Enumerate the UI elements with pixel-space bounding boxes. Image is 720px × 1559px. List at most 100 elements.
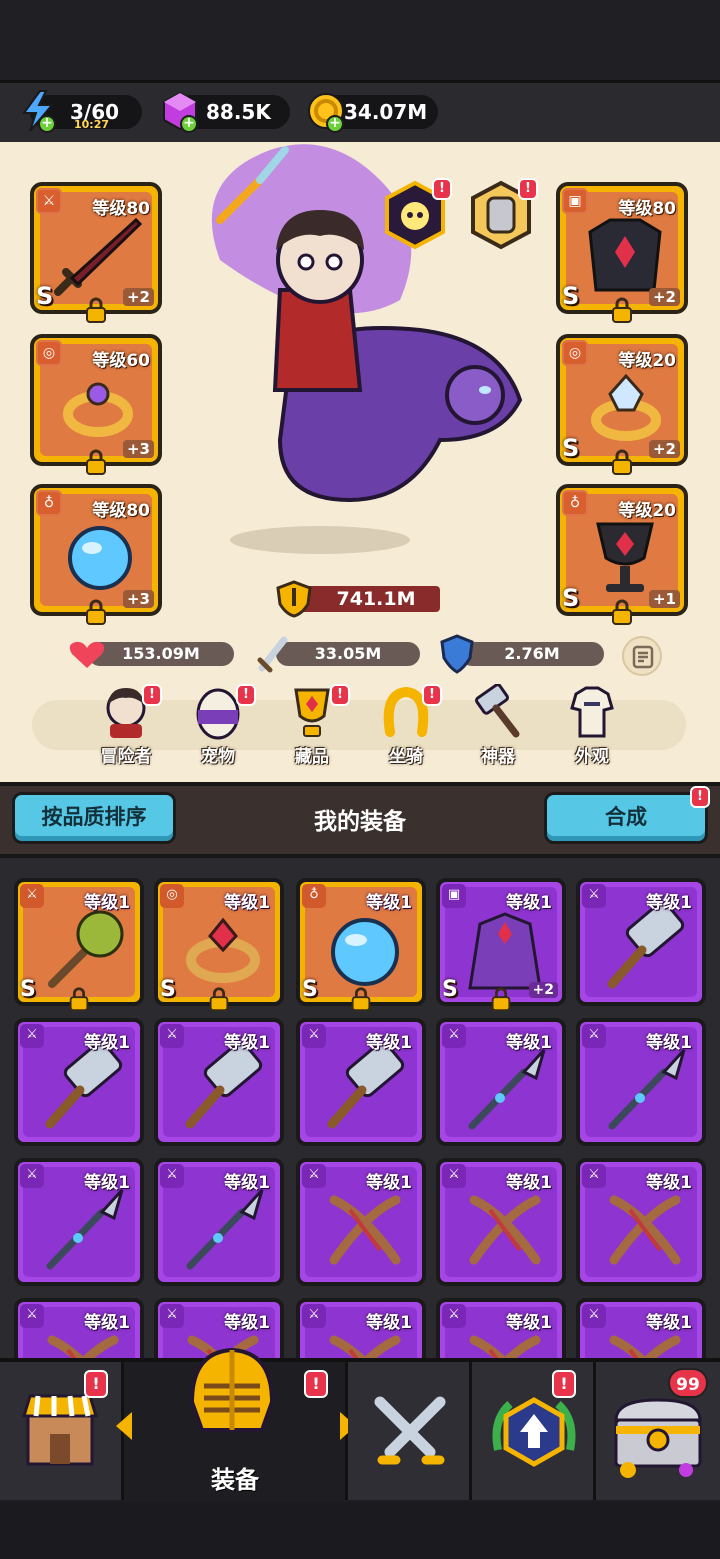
inventory-item[interactable]: ⚔ 等级1 bbox=[154, 1018, 284, 1146]
item-level: 等级1 bbox=[224, 1313, 270, 1333]
shield-icon bbox=[440, 634, 474, 674]
energy-timer: 10:27 bbox=[74, 118, 110, 131]
hp-value: 153.09M bbox=[88, 642, 234, 666]
nav-tab-upgrade[interactable]: ! bbox=[472, 1362, 596, 1500]
add-energy-icon[interactable]: + bbox=[38, 115, 56, 133]
lock-icon bbox=[351, 987, 371, 1012]
upgrade-alert-badge: ! bbox=[552, 1370, 576, 1398]
stats-detail-button[interactable] bbox=[622, 636, 662, 676]
gold-counter[interactable]: + 34.07M bbox=[308, 93, 438, 133]
inventory-item[interactable]: ⚔ 等级1 bbox=[576, 1158, 706, 1286]
gem-counter[interactable]: + 88.5K bbox=[163, 91, 290, 133]
chest-count-badge: 99 bbox=[668, 1368, 708, 1398]
inventory-item[interactable]: ⚔ 等级1 bbox=[14, 1018, 144, 1146]
inventory-item[interactable]: ⚔ 等级1 S bbox=[14, 878, 144, 1012]
equip-slot-armor[interactable]: ▣ 等级80 S +2 bbox=[556, 182, 688, 323]
slot-level: 等级80 bbox=[92, 501, 150, 521]
adventurer-alert-badge: ! bbox=[142, 684, 162, 706]
knight-alert-badge: ! bbox=[518, 178, 538, 200]
inventory-item[interactable]: ⚔ 等级1 bbox=[576, 1018, 706, 1146]
merge-button[interactable]: 合成 bbox=[544, 792, 708, 844]
equip-slot-weapon[interactable]: ⚔ 等级80 S +2 bbox=[30, 182, 162, 323]
equip-slot-ring-2[interactable]: ◎ 等级20 S +2 bbox=[556, 334, 688, 475]
item-level: 等级1 bbox=[366, 1313, 412, 1333]
item-level: 等级1 bbox=[506, 1033, 552, 1053]
menu-artifact[interactable]: 神器 bbox=[462, 684, 534, 770]
inventory-item[interactable]: ⚔ 等级1 bbox=[576, 1298, 706, 1358]
equip-slot-ring[interactable]: ◎ 等级60 +3 bbox=[30, 334, 162, 475]
attack-value: 33.05M bbox=[276, 642, 420, 666]
item-grade: S bbox=[20, 977, 36, 1002]
slot-plus: +1 bbox=[648, 590, 680, 608]
menu-label: 神器 bbox=[481, 747, 515, 767]
sword-icon bbox=[257, 636, 288, 673]
shop-alert-badge: ! bbox=[84, 1370, 108, 1398]
slot-grade: S bbox=[562, 584, 580, 612]
inventory-item[interactable]: ⚔ 等级1 bbox=[436, 1298, 566, 1358]
pet-alert-badge: ! bbox=[236, 684, 256, 706]
inventory-item[interactable]: ▣ 等级1 S +2 bbox=[436, 878, 566, 1012]
lock-icon bbox=[69, 987, 89, 1012]
collection-alert-badge: ! bbox=[330, 684, 350, 706]
menu-outfit[interactable]: 外观 bbox=[556, 684, 628, 770]
black-chalice-icon bbox=[596, 522, 654, 592]
add-gold-icon[interactable]: + bbox=[326, 115, 344, 133]
spiked-mace-icon bbox=[48, 910, 124, 988]
inventory-item[interactable]: ⚔ 等级1 bbox=[14, 1158, 144, 1286]
item-level: 等级1 bbox=[366, 1033, 412, 1053]
defense-value: 2.76M bbox=[460, 642, 604, 666]
lock-icon bbox=[612, 297, 632, 323]
system-nav-area bbox=[0, 1502, 720, 1559]
add-gems-icon[interactable]: + bbox=[180, 115, 198, 133]
spear-icon bbox=[46, 1188, 124, 1270]
nav-tab-shop[interactable]: ! bbox=[0, 1362, 124, 1500]
necklace-type-icon: ♁ bbox=[36, 490, 62, 516]
equip-slot-necklace[interactable]: ♁ 等级80 +3 bbox=[30, 484, 162, 625]
slot-level: 等级20 bbox=[618, 501, 676, 521]
lock-icon bbox=[209, 987, 229, 1012]
combat-power-value: 741.1M bbox=[294, 586, 440, 612]
blue-orb-icon bbox=[68, 526, 132, 590]
equip-slot-trinket[interactable]: ♁ 等级20 S +1 bbox=[556, 484, 688, 625]
inventory-item[interactable]: ⚔ 等级1 bbox=[296, 1158, 426, 1286]
inventory-item[interactable]: ♁ 等级1 S bbox=[296, 878, 426, 1012]
inventory-item[interactable]: ⚔ 等级1 bbox=[296, 1018, 426, 1146]
inventory-item[interactable]: ◎ 等级1 S bbox=[154, 878, 284, 1012]
crystal-ring-icon bbox=[591, 373, 661, 441]
slot-grade: S bbox=[36, 282, 54, 310]
upgrade-icon bbox=[492, 1397, 576, 1467]
inventory-item[interactable]: ⚔ 等级1 bbox=[296, 1298, 426, 1358]
necklace-type-icon: ♁ bbox=[562, 490, 588, 516]
battle-swords-icon bbox=[374, 1396, 446, 1465]
item-level: 等级1 bbox=[366, 1173, 412, 1193]
notes-icon bbox=[632, 645, 654, 669]
ring-type-icon: ◎ bbox=[36, 340, 62, 366]
inventory-item[interactable]: ⚔ 等级1 bbox=[154, 1158, 284, 1286]
menu-label: 外观 bbox=[575, 747, 609, 767]
lock-icon bbox=[491, 987, 511, 1012]
inventory-item[interactable]: ⚔ 等级1 bbox=[436, 1018, 566, 1146]
bow-icon bbox=[469, 1195, 541, 1265]
hammer-icon bbox=[45, 1044, 123, 1129]
nav-tab-battle[interactable] bbox=[348, 1362, 472, 1500]
inventory-item[interactable]: ⚔ 等级1 bbox=[436, 1158, 566, 1286]
item-level: 等级1 bbox=[646, 1173, 692, 1193]
nav-left-arrow-icon[interactable] bbox=[116, 1412, 132, 1440]
item-level: 等级1 bbox=[506, 1173, 552, 1193]
equipment-helmet-icon bbox=[189, 1347, 275, 1432]
gold-ring-icon bbox=[63, 382, 133, 437]
dark-armor-icon bbox=[588, 218, 662, 292]
item-level: 等级1 bbox=[646, 1313, 692, 1333]
inventory-grid: ⚔ 等级1 S ◎ 等级1 S ♁ 等级1 S ▣ 等级1 S +2 ⚔ 等级1 ⚔ 等级1 ⚔ 等级1 ⚔ 等级1 ⚔ 等… bbox=[0, 858, 720, 1358]
ruby-ring-icon bbox=[186, 917, 260, 983]
hammer-icon bbox=[185, 1044, 263, 1129]
sort-by-quality-button[interactable]: 按品质排序 bbox=[12, 792, 176, 844]
mount-alert-badge: ! bbox=[422, 684, 442, 706]
lock-icon bbox=[86, 599, 106, 625]
inventory-item[interactable]: ⚔ 等级1 bbox=[14, 1298, 144, 1358]
ring-type-icon: ◎ bbox=[562, 340, 588, 366]
inventory-item[interactable]: ⚔ 等级1 bbox=[576, 878, 706, 1006]
hp-stat: 153.09M bbox=[68, 640, 234, 668]
energy-counter[interactable]: + 3/60 10:27 bbox=[22, 90, 142, 133]
item-level: 等级1 bbox=[84, 1173, 130, 1193]
